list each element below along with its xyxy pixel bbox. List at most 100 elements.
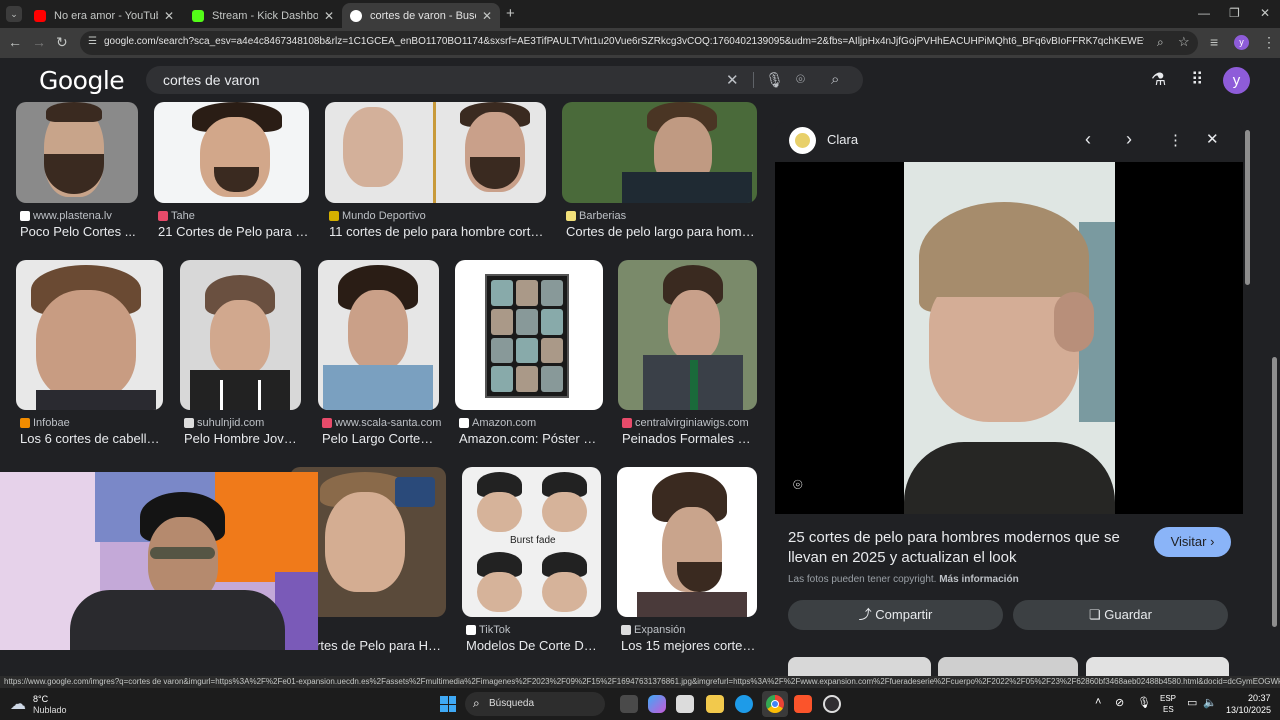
microphone-tray-icon[interactable]: 🎙	[1137, 696, 1151, 709]
result-thumbnail[interactable]	[617, 467, 757, 617]
tab-youtube[interactable]: No era amor - YouTube ✕	[26, 3, 182, 28]
reload-icon[interactable]: ↻	[56, 34, 68, 51]
network-off-icon[interactable]: ⊘	[1115, 696, 1124, 709]
language-code[interactable]: ESP	[1160, 694, 1176, 703]
taskbar-search-box[interactable]: ⌕ Búsqueda	[465, 692, 605, 716]
url-text[interactable]: google.com/search?sca_esv=a4e4c846734810…	[104, 36, 1144, 47]
result-caption[interactable]: Poco Pelo Cortes ...	[20, 224, 138, 239]
brave-icon[interactable]	[794, 695, 812, 713]
result-card[interactable]: Tahe 21 Cortes de Pelo para H...	[154, 102, 309, 242]
result-card[interactable]: Amazon.com Amazon.com: Póster de...	[455, 260, 603, 450]
close-tab-icon[interactable]: ✕	[482, 9, 492, 23]
tab-search-button[interactable]: ⌄	[6, 6, 22, 22]
account-avatar[interactable]: y	[1223, 67, 1250, 94]
tab-google-search[interactable]: cortes de varon - Buscar con Google ✕	[342, 3, 500, 28]
result-caption[interactable]: Los 15 mejores cortes...	[621, 638, 757, 653]
edge-icon[interactable]	[735, 695, 753, 713]
lens-camera-icon[interactable]: ⌾	[796, 71, 805, 88]
clear-icon[interactable]: ✕	[726, 71, 739, 89]
restore-icon[interactable]: ❐	[1229, 6, 1240, 20]
bookmark-star-icon[interactable]: ☆	[1178, 34, 1190, 50]
visit-button[interactable]: Visitar ›	[1154, 527, 1231, 557]
close-window-icon[interactable]: ✕	[1260, 6, 1270, 20]
result-card[interactable]: Burst fade TikTok Modelos De Corte De ..…	[462, 467, 601, 657]
share-button[interactable]: ⤴ Compartir	[788, 600, 1003, 630]
task-view-icon[interactable]	[620, 695, 638, 713]
result-thumbnail[interactable]	[16, 102, 138, 203]
copilot-icon[interactable]	[648, 695, 666, 713]
more-info-link[interactable]: Más información	[939, 574, 1018, 585]
result-card[interactable]: Mundo Deportivo 11 cortes de pelo para h…	[325, 102, 546, 242]
result-thumbnail[interactable]	[618, 260, 757, 410]
result-thumbnail[interactable]	[325, 102, 546, 203]
result-caption[interactable]: 11 cortes de pelo para hombre corto ...	[329, 224, 546, 239]
result-thumbnail[interactable]	[318, 260, 439, 410]
result-caption[interactable]: Modelos De Corte De ...	[466, 638, 601, 653]
more-options-icon[interactable]: ⋮	[1168, 131, 1183, 149]
result-card[interactable]: Barberias Cortes de pelo largo para homb…	[562, 102, 757, 242]
tray-chevron-icon[interactable]: ˄	[1095, 696, 1101, 708]
result-thumbnail[interactable]	[16, 260, 163, 410]
result-caption[interactable]: rtes de Pelo para Ho...	[316, 638, 446, 653]
file-explorer-icon[interactable]	[706, 695, 724, 713]
result-card[interactable]: centralvirginiawigs.com Peinados Formale…	[618, 260, 757, 450]
result-caption[interactable]: Los 6 cortes de cabello ...	[20, 431, 163, 446]
result-card[interactable]: www.plastena.lv Poco Pelo Cortes ...	[16, 102, 138, 242]
apps-grid-icon[interactable]: ⠿	[1191, 70, 1203, 90]
result-thumbnail[interactable]: Burst fade	[462, 467, 601, 617]
close-tab-icon[interactable]: ✕	[164, 9, 174, 23]
start-button[interactable]	[440, 696, 456, 712]
clock-date[interactable]: 13/10/2025	[1226, 705, 1271, 715]
back-icon[interactable]: ←	[8, 34, 22, 50]
volume-icon[interactable]: 🔈	[1203, 696, 1217, 709]
result-thumbnail[interactable]	[154, 102, 309, 203]
preview-title[interactable]: 25 cortes de pelo para hombres modernos …	[788, 528, 1138, 568]
close-tab-icon[interactable]: ✕	[324, 9, 334, 23]
result-caption[interactable]: Pelo Largo Cortes ...	[322, 431, 439, 446]
result-card[interactable]: www.scala-santa.com Pelo Largo Cortes ..…	[318, 260, 441, 450]
result-card[interactable]: Expansión Los 15 mejores cortes...	[617, 467, 757, 657]
page-scrollbar[interactable]	[1270, 102, 1280, 676]
result-card[interactable]: Infobae Los 6 cortes de cabello ...	[16, 260, 163, 450]
zoom-icon[interactable]: ⌕	[1157, 35, 1164, 50]
menu-kebab-icon[interactable]: ⋮	[1262, 34, 1276, 51]
result-caption[interactable]: Cortes de pelo largo para hombr...	[566, 224, 757, 239]
result-card[interactable]: suhulnjid.com Pelo Hombre Jove...	[180, 260, 301, 450]
search-icon[interactable]: ⌕	[831, 71, 839, 88]
reading-list-icon[interactable]: ≡	[1210, 34, 1218, 50]
google-logo[interactable]: Google	[39, 66, 125, 95]
save-button[interactable]: ❏ Guardar	[1013, 600, 1228, 630]
labs-flask-icon[interactable]: ⚗	[1151, 70, 1166, 90]
result-caption[interactable]: Pelo Hombre Jove...	[184, 431, 301, 446]
close-preview-icon[interactable]: ✕	[1206, 130, 1219, 148]
prev-arrow-icon[interactable]: ‹	[1085, 129, 1091, 150]
search-box[interactable]: cortes de varon ✕ 🎙 ⌾ ⌕	[146, 66, 863, 94]
result-caption[interactable]: Peinados Formales C...	[622, 431, 757, 446]
obs-icon[interactable]	[823, 695, 841, 713]
clock-time[interactable]: 20:37	[1248, 693, 1271, 703]
preview-source[interactable]: Clara	[827, 132, 858, 147]
site-info-icon[interactable]: ☰	[88, 36, 97, 47]
tab-kick[interactable]: Stream - Kick Dashboard ✕	[184, 3, 342, 28]
preview-image[interactable]: ⌾	[775, 162, 1243, 514]
panel-scrollbar[interactable]	[1245, 130, 1250, 285]
lens-search-icon[interactable]: ⌾	[793, 477, 803, 495]
result-thumbnail[interactable]	[180, 260, 301, 410]
microphone-icon[interactable]: 🎙	[765, 71, 784, 89]
profile-avatar[interactable]: y	[1234, 35, 1249, 50]
weather-widget[interactable]: ☁ 8°C Nublado	[10, 692, 80, 716]
address-bar[interactable]: ☰ google.com/search?sca_esv=a4e4c8467348…	[80, 31, 1198, 55]
minimize-icon[interactable]: —	[1198, 6, 1210, 20]
display-icon[interactable]: ▭	[1187, 696, 1197, 709]
language-region[interactable]: ES	[1163, 705, 1174, 714]
new-tab-button[interactable]: +	[506, 5, 515, 22]
store-icon[interactable]	[676, 695, 694, 713]
chrome-taskbar-item[interactable]	[762, 691, 788, 717]
result-thumbnail[interactable]	[562, 102, 757, 203]
next-arrow-icon[interactable]: ›	[1126, 129, 1132, 150]
forward-icon[interactable]: →	[32, 34, 46, 50]
result-thumbnail[interactable]	[455, 260, 603, 410]
result-caption[interactable]: Amazon.com: Póster de...	[459, 431, 603, 446]
result-caption[interactable]: 21 Cortes de Pelo para H...	[158, 224, 309, 239]
search-input[interactable]: cortes de varon	[163, 72, 260, 88]
